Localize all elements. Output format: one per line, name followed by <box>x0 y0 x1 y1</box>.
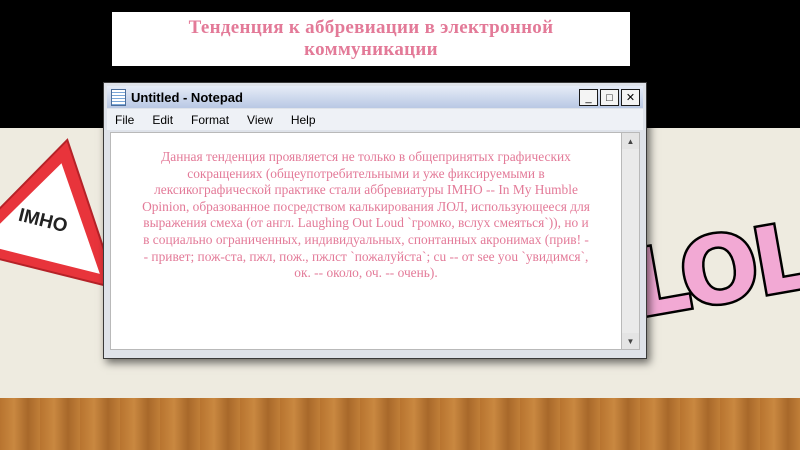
arrow-up-icon[interactable]: ▲ <box>622 133 639 149</box>
title-bar[interactable]: Untitled - Notepad _ □ ✕ <box>107 86 643 108</box>
text-editor-area[interactable]: Данная тенденция проявляется не только в… <box>110 132 622 350</box>
maximize-button[interactable]: □ <box>600 89 619 106</box>
menu-bar: File Edit Format View Help <box>107 109 643 130</box>
window-controls: _ □ ✕ <box>579 89 640 106</box>
slide-title-box: Тенденция к аббревиации в электронной ко… <box>112 12 630 66</box>
minimize-button[interactable]: _ <box>579 89 598 106</box>
vertical-scrollbar[interactable]: ▲ ▼ <box>621 132 640 350</box>
menu-format[interactable]: Format <box>183 113 239 127</box>
close-button[interactable]: ✕ <box>621 89 640 106</box>
menu-help[interactable]: Help <box>283 113 326 127</box>
editor-content: Данная тенденция проявляется не только в… <box>142 149 590 281</box>
menu-edit[interactable]: Edit <box>144 113 183 127</box>
wood-floor <box>0 398 800 450</box>
menu-view[interactable]: View <box>239 113 283 127</box>
slide-title: Тенденция к аббревиации в электронной ко… <box>188 17 554 60</box>
arrow-down-icon[interactable]: ▼ <box>622 333 639 349</box>
menu-file[interactable]: File <box>107 113 144 127</box>
notepad-icon <box>111 88 126 106</box>
lol-art-text: LOL <box>621 202 800 328</box>
notepad-window: Untitled - Notepad _ □ ✕ File Edit Forma… <box>103 82 647 359</box>
window-title: Untitled - Notepad <box>131 89 243 105</box>
